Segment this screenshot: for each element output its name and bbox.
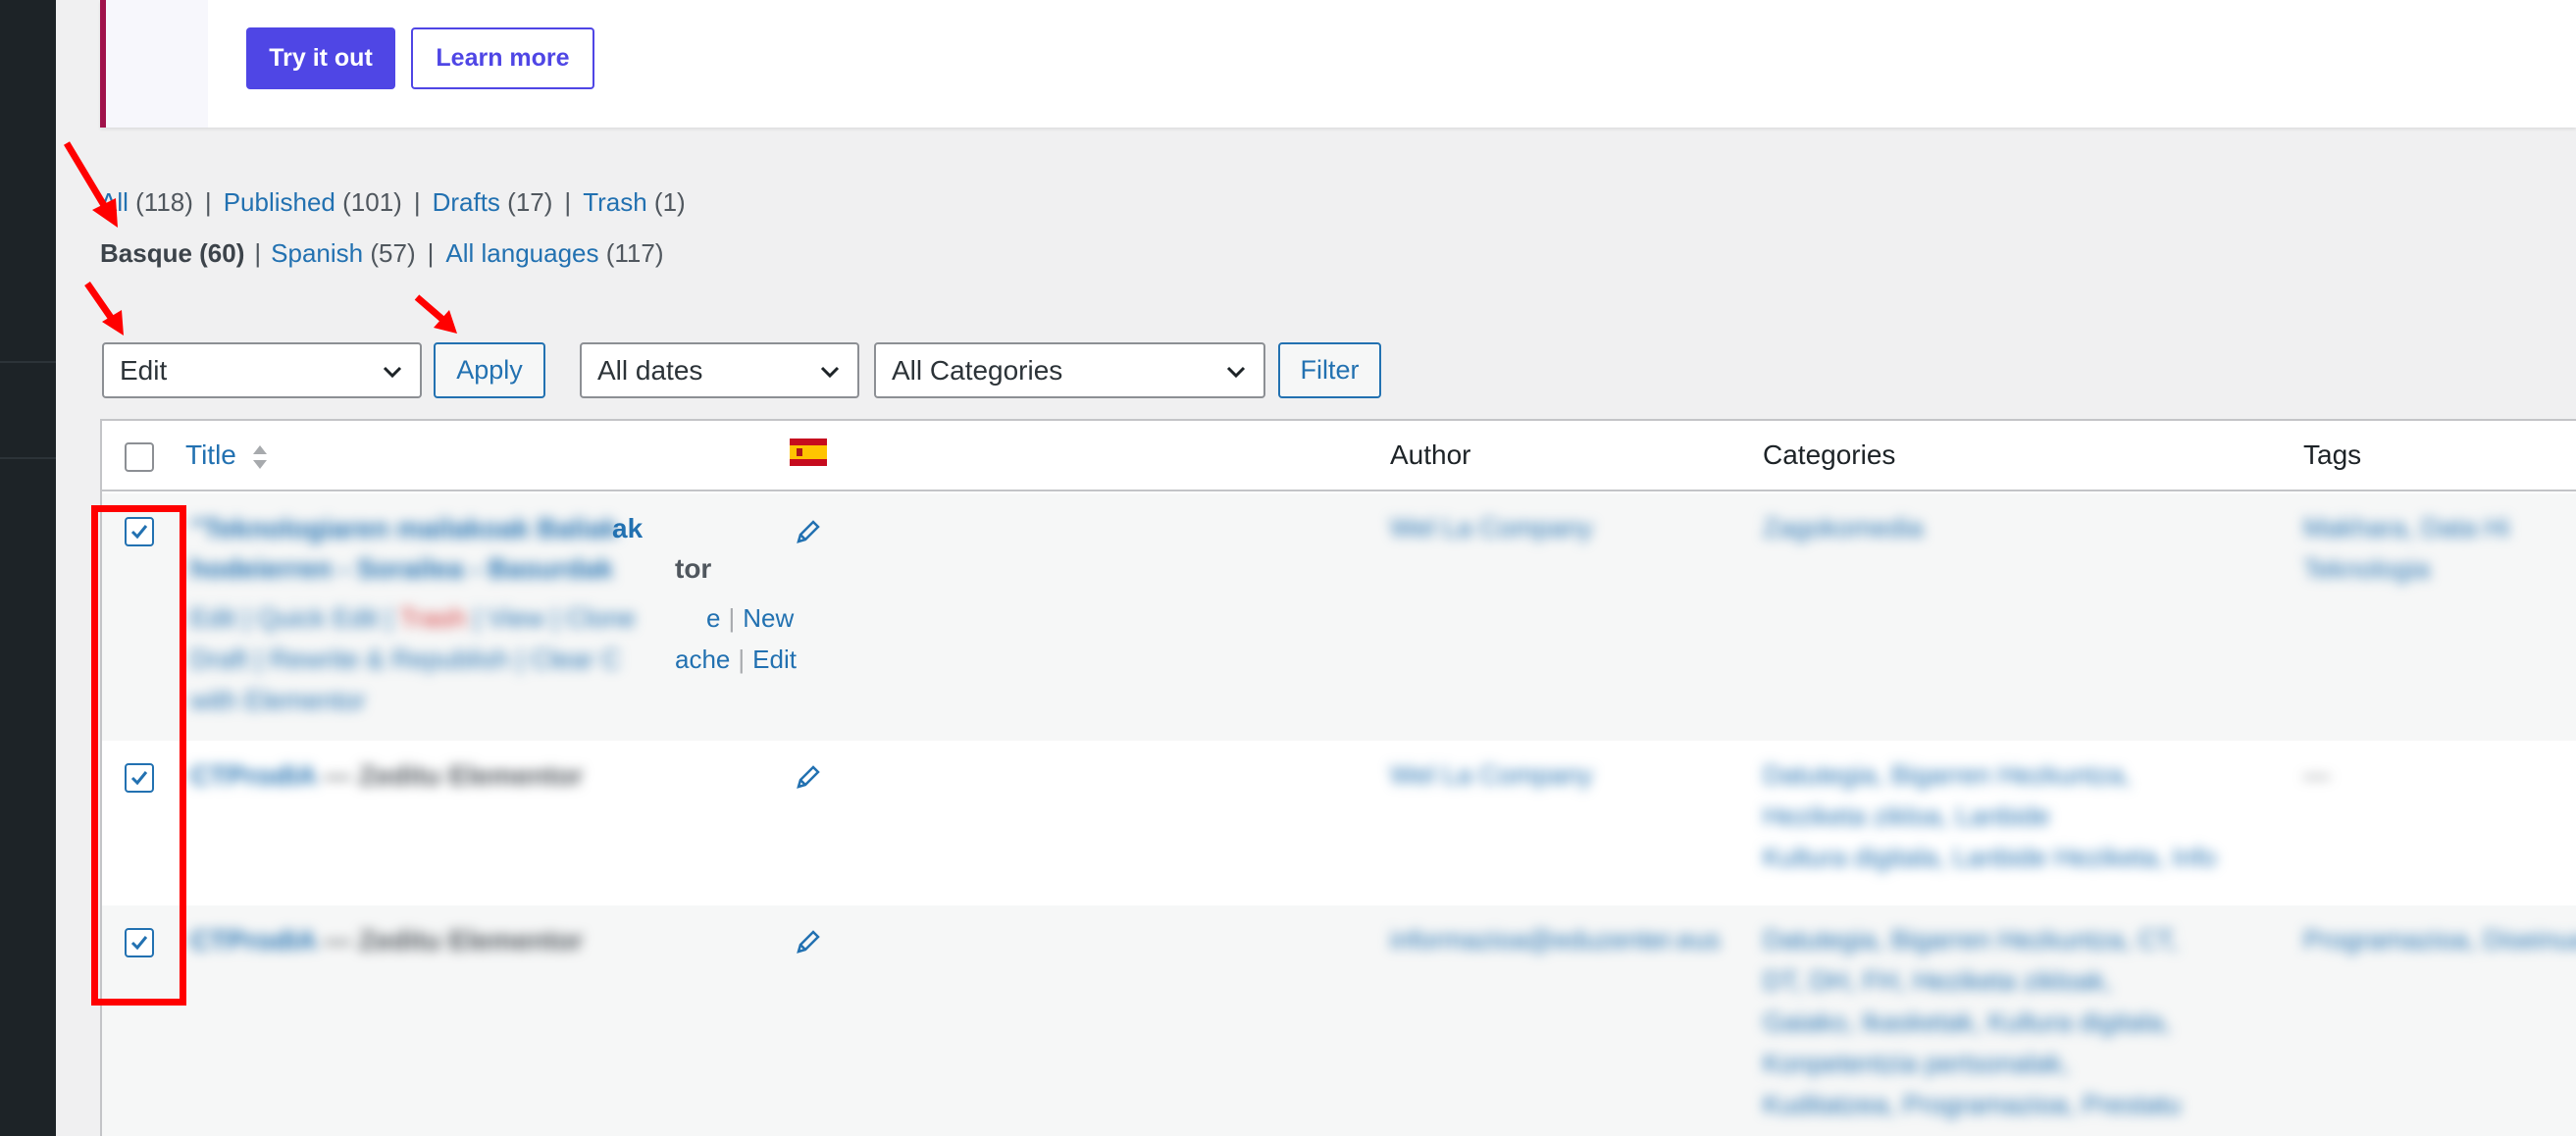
filter-button[interactable]: Filter	[1278, 342, 1381, 398]
blurred-categories-line2: Heziketa zikloa, Lanbide	[1763, 801, 2050, 831]
categories-value: All Categories	[892, 354, 1063, 386]
blurred-author: Wel La Company	[1390, 760, 1593, 790]
blurred-actions-line2: Draft | Rewrite & Republish | Clear C	[190, 645, 621, 674]
table-row: "Teknologiaren mailakoak Baliak ak hodei…	[102, 493, 2576, 741]
pencil-icon[interactable]	[794, 927, 823, 956]
filter-spanish-count: (57)	[370, 238, 416, 268]
column-categories[interactable]: Categories	[1763, 439, 1895, 471]
blurred-categories: Datutegia, Bigarren Hezkuntza,	[1763, 760, 2132, 790]
chevron-down-icon	[383, 366, 402, 379]
post-title-link[interactable]: ak	[612, 513, 643, 544]
column-title-label: Title	[185, 439, 236, 470]
filter-published-count: (101)	[342, 187, 402, 217]
blurred-tags: Makhara, Data Hi	[2303, 513, 2510, 542]
apply-button[interactable]: Apply	[434, 342, 545, 398]
blurred-categories: Datutegia, Bigarren Hezkuntza, CT,	[1763, 925, 2179, 955]
chevron-down-icon	[820, 366, 840, 379]
blurred-categories-line4: Konpetentzia pertsonalak,	[1763, 1049, 2070, 1078]
status-filters: All (118)|Published (101)|Drafts (17)|Tr…	[100, 187, 686, 218]
blurred-title: CTProdIA — Zeditu Elementor	[190, 760, 584, 791]
posts-table: Title Author Categories Tags "Teknologia…	[100, 419, 2576, 1136]
spain-flag-icon	[790, 439, 827, 466]
blurred-author: Wel La Company	[1390, 513, 1593, 542]
blurred-categories-line2: DT, DH, FH, Heziketa zikloak,	[1763, 966, 2112, 996]
dates-select[interactable]: All dates	[580, 342, 859, 398]
sort-icon	[252, 444, 267, 469]
table-row: CTProdIA — Zeditu Elementor informazioa@…	[102, 905, 2576, 1136]
pencil-icon[interactable]	[794, 762, 823, 792]
filter-all-languages[interactable]: All languages	[445, 238, 598, 268]
blurred-author: informazioa@eduzenter.eus	[1390, 925, 1721, 955]
bulk-action-select[interactable]: Edit	[102, 342, 422, 398]
filter-all-languages-count: (117)	[605, 238, 664, 268]
pencil-icon[interactable]	[794, 517, 823, 546]
blurred-categories-line3: Kultura digitala, Lanbide Heziketa, Info	[1763, 843, 2217, 872]
blurred-title: "Teknologiaren mailakoak Baliak	[190, 513, 619, 543]
categories-select[interactable]: All Categories	[874, 342, 1265, 398]
notice-icon-area	[106, 0, 208, 128]
table-row: CTProdIA — Zeditu Elementor Wel La Compa…	[102, 741, 2576, 905]
menu-divider	[0, 361, 56, 363]
row-action-new-draft[interactable]: New	[743, 603, 794, 633]
red-arrow-icon	[63, 141, 118, 228]
row-actions-line2: ache | Edit	[675, 645, 797, 674]
filter-trash-count: (1)	[653, 187, 686, 217]
blurred-tags: Programazioa, Diseinua	[2303, 925, 2576, 955]
column-tags[interactable]: Tags	[2303, 439, 2361, 471]
filter-trash[interactable]: Trash	[583, 187, 647, 217]
row-actions-line1: e | New	[706, 603, 795, 633]
bulk-action-value: Edit	[120, 354, 168, 386]
filter-basque[interactable]: Basque (60)	[100, 238, 244, 268]
filter-spanish[interactable]: Spanish	[271, 238, 363, 268]
red-arrow-icon	[414, 294, 457, 334]
admin-menu-strip	[0, 0, 56, 1136]
try-it-out-button[interactable]: Try it out	[246, 27, 395, 89]
blurred-categories-line5: Kuditatzea, Programazioa, Prestatu	[1763, 1090, 2182, 1119]
blurred-tags: —	[2303, 760, 2330, 790]
blurred-tags-line2: Teknologia	[2303, 554, 2431, 584]
filter-all-count: (118)	[135, 187, 193, 217]
row-action-edit[interactable]: Edit	[752, 645, 797, 674]
blurred-title: CTProdIA — Zeditu Elementor	[190, 925, 584, 955]
blurred-title-line2: hodeierren - Sorailea - Basurdak	[190, 553, 614, 584]
filter-drafts[interactable]: Drafts	[433, 187, 500, 217]
chevron-down-icon	[1226, 366, 1246, 379]
post-state: tor	[675, 553, 712, 584]
select-all-checkbox[interactable]	[125, 442, 154, 472]
dates-value: All dates	[597, 354, 703, 386]
menu-divider	[0, 457, 56, 459]
blurred-categories: Zagokomedia	[1763, 513, 1924, 542]
table-header: Title Author Categories Tags	[102, 421, 2576, 491]
blurred-actions-line1: Edit | Quick Edit | Trash | View | Clone	[190, 603, 636, 633]
promo-notice: Try it out Learn more	[100, 0, 2576, 128]
learn-more-button[interactable]: Learn more	[411, 27, 594, 89]
row-action-clear-cache-tail[interactable]: ache	[675, 645, 730, 674]
blurred-categories-line3: Gaiako, Ikasketak, Kultura digitala,	[1763, 1007, 2171, 1037]
filter-published[interactable]: Published	[224, 187, 335, 217]
column-title[interactable]: Title	[185, 439, 270, 474]
column-author[interactable]: Author	[1390, 439, 1471, 471]
highlight-box	[91, 505, 186, 1006]
red-arrow-icon	[84, 282, 124, 336]
row-action-clone-tail[interactable]: e	[706, 603, 720, 633]
blurred-actions-line3: with Elementor	[190, 686, 366, 715]
language-filters: Basque (60) | Spanish (57) | All languages (…	[100, 238, 664, 268]
filter-drafts-count: (17)	[507, 187, 553, 217]
